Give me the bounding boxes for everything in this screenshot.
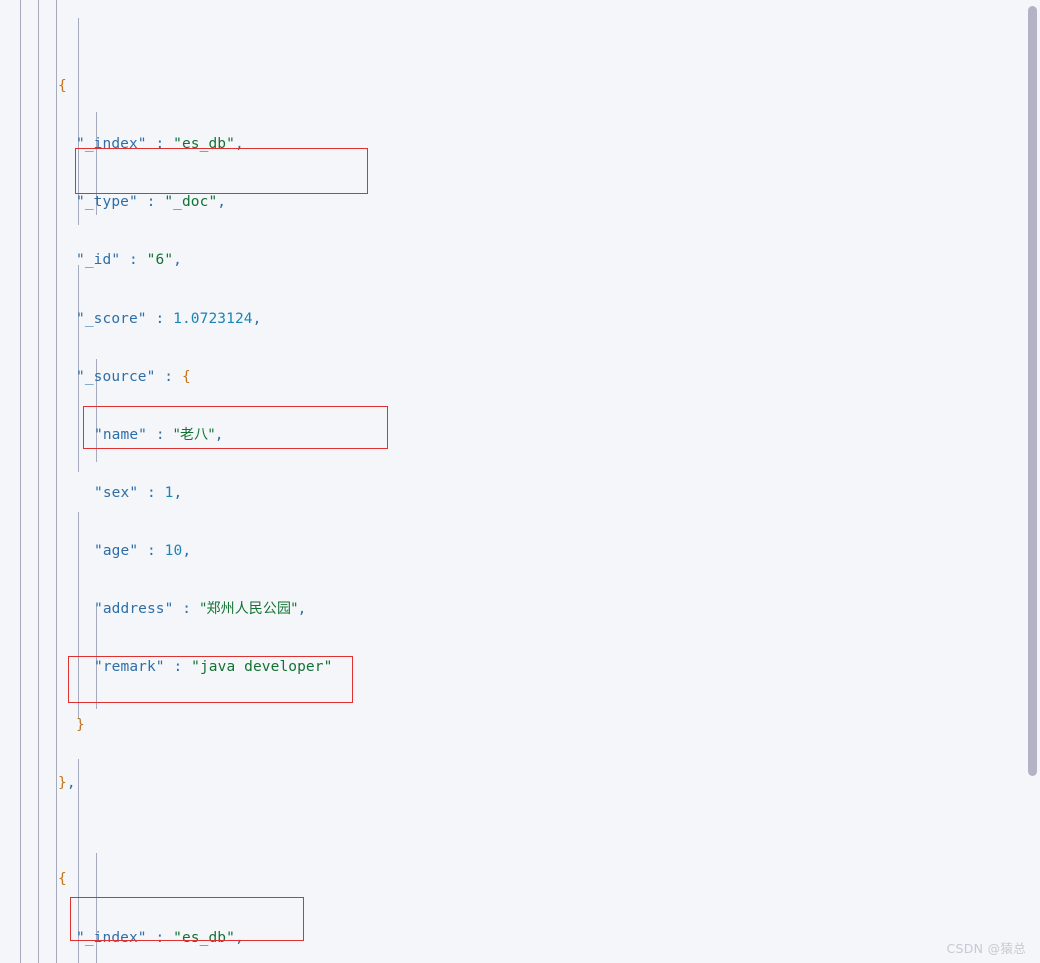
brace-open: { [58, 78, 67, 95]
key-index: "_index" [76, 929, 147, 946]
value-index: "es_db" [173, 929, 235, 946]
value-sex: 1 [164, 484, 174, 501]
line-id: "_id" : "6", [76, 252, 182, 269]
json-response-viewer[interactable]: { "_index" : "es_db", "_type" : "_doc", … [0, 0, 1040, 963]
key-sex: "sex" [94, 484, 139, 501]
key-name: "name" [94, 426, 147, 443]
line-index: "_index" : "es_db", [76, 136, 244, 153]
key-score: "_score" [76, 310, 147, 327]
key-source: "_source" [76, 368, 156, 385]
json-code-block[interactable]: { "_index" : "es_db", "_type" : "_doc", … [0, 0, 1014, 963]
line-source: "_source" : { [76, 368, 191, 385]
vertical-scrollbar-thumb[interactable] [1028, 6, 1037, 776]
value-remark: "java developer" [191, 658, 333, 675]
value-type: "_doc" [164, 194, 218, 211]
value-address: "郑州人民公园" [199, 600, 298, 617]
value-id: "6" [146, 252, 174, 269]
key-remark: "remark" [94, 658, 165, 675]
key-index: "_index" [76, 136, 147, 153]
line-index: "_index" : "es_db", [76, 929, 244, 946]
line-remark: "remark" : "java developer" [94, 658, 333, 675]
csdn-watermark: CSDN @猿总 [946, 941, 1026, 956]
line-score: "_score" : 1.0723124, [76, 310, 262, 327]
vertical-scrollbar-track[interactable] [1026, 0, 1040, 963]
line-sex: "sex" : 1, [94, 484, 183, 501]
key-type: "_type" [76, 194, 138, 211]
key-id: "_id" [76, 252, 121, 269]
brace-open: { [58, 871, 67, 888]
line-close-hit: }, [58, 774, 76, 791]
value-age: 10 [164, 542, 183, 559]
value-index: "es_db" [173, 136, 235, 153]
key-age: "age" [94, 542, 139, 559]
line-address: "address" : "郑州人民公园", [94, 600, 307, 617]
line-age: "age" : 10, [94, 542, 192, 559]
line-name: "name" : "老八", [94, 426, 224, 443]
key-address: "address" [94, 600, 174, 617]
value-name: "老八" [173, 426, 215, 443]
line-close-source: } [76, 716, 85, 733]
line-open-brace: { [0, 870, 1014, 889]
value-score: 1.0723124 [173, 310, 253, 327]
line-type: "_type" : "_doc", [76, 194, 227, 211]
line-open-brace: { [0, 77, 1014, 96]
